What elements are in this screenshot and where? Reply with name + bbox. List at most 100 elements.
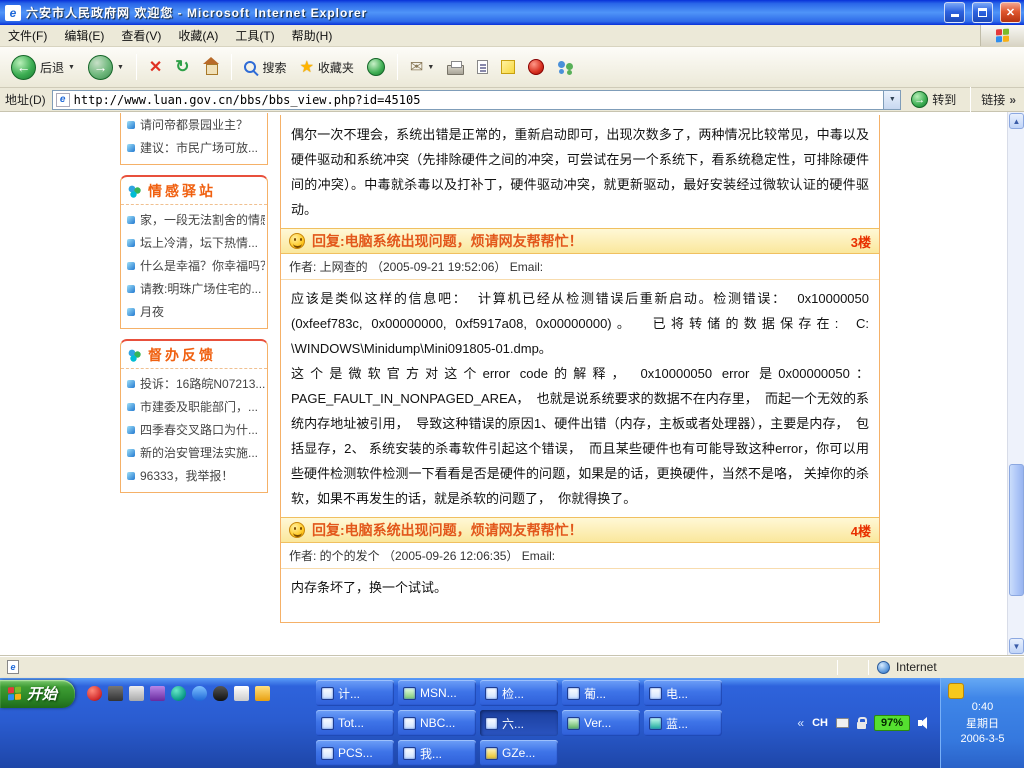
hide-icons-chevron[interactable]: «	[797, 716, 804, 730]
back-dropdown-icon[interactable]: ▼	[68, 64, 75, 71]
sidebar-link[interactable]: 建议：市民广场可放...	[121, 136, 267, 159]
sidebar-link[interactable]: 投诉：16路皖N07213...	[121, 372, 267, 395]
task-button[interactable]: 检...	[480, 680, 558, 706]
history-globe-icon	[367, 58, 385, 76]
mail-button[interactable]: ✉ ▼	[405, 55, 439, 79]
print-button[interactable]	[442, 58, 469, 77]
reply-body: 内存条坏了，换一个试试。	[281, 569, 879, 622]
battery-indicator[interactable]: 97%	[874, 715, 910, 731]
quick-launch-icon-3[interactable]	[129, 686, 144, 701]
status-message-area: e	[3, 659, 835, 676]
red-app-tool-button[interactable]	[523, 57, 549, 77]
stop-button[interactable]: ✕	[144, 55, 167, 79]
quick-launch-icon-6[interactable]	[192, 686, 207, 701]
window-icon	[485, 717, 498, 730]
task-button[interactable]: MSN...	[398, 680, 476, 706]
lock-icon[interactable]	[857, 722, 866, 729]
menu-help[interactable]: 帮助(H)	[292, 27, 333, 44]
edit-button[interactable]	[472, 58, 493, 76]
scrollbar-thumb[interactable]	[1009, 464, 1024, 596]
back-button[interactable]: ← 后退 ▼	[6, 53, 80, 82]
menu-favorites[interactable]: 收藏(A)	[178, 27, 218, 44]
sidebar-link[interactable]: 新的治安管理法实施...	[121, 441, 267, 464]
sidebar-link[interactable]: 市建委及职能部门，...	[121, 395, 267, 418]
volume-icon[interactable]	[918, 717, 930, 729]
go-button[interactable]: → 转到	[907, 90, 960, 109]
language-indicator[interactable]: CH	[812, 717, 828, 729]
task-button[interactable]: GZe...	[480, 740, 558, 766]
messenger-button[interactable]	[552, 58, 579, 77]
menu-tools[interactable]: 工具(T)	[235, 27, 274, 44]
refresh-button[interactable]: ↻	[170, 55, 194, 79]
menu-file[interactable]: 文件(F)	[8, 27, 47, 44]
keyboard-icon[interactable]	[836, 718, 849, 728]
favorites-button[interactable]: ★ 收藏夹	[295, 55, 359, 79]
bullet-icon	[127, 121, 135, 129]
window-icon	[321, 717, 334, 730]
sidebar-link[interactable]: 请问帝都景园业主？	[121, 113, 267, 136]
taskbar: 开始 计... MSN... 检... 葡... 电	[0, 678, 1024, 768]
forward-dropdown-icon[interactable]: ▼	[117, 64, 124, 71]
task-button[interactable]: 蓝...	[644, 710, 722, 736]
quick-launch-icon-2[interactable]	[108, 686, 123, 701]
sidebar-link[interactable]: 什么是幸福？你幸福吗？	[121, 254, 267, 277]
task-button[interactable]: Ver...	[562, 710, 640, 736]
history-button[interactable]	[362, 56, 390, 78]
vertical-scrollbar[interactable]: ▲ ▼	[1007, 112, 1024, 655]
clock[interactable]: 0:40 星期日 2006-3-5	[940, 678, 1024, 768]
mail-dropdown-icon[interactable]: ▼	[427, 64, 434, 71]
sidebar-link[interactable]: 家，一段无法割舍的情感	[121, 208, 267, 231]
forum-thread: 偶尔一次不理会，系统出错是正常的，重新启动即可，出现次数多了，两种情况比较常见，…	[280, 115, 880, 623]
minimize-button[interactable]	[944, 2, 965, 23]
start-button[interactable]: 开始	[0, 680, 75, 708]
address-dropdown-button[interactable]: ▼	[883, 91, 900, 109]
title-bar[interactable]: e 六安市人民政府网 欢迎您 - Microsoft Internet Expl…	[0, 0, 1024, 25]
address-input[interactable]: e http://www.luan.gov.cn/bbs/bbs_view.ph…	[52, 90, 902, 110]
star-icon: ★	[300, 57, 314, 77]
task-button[interactable]: Tot...	[316, 710, 394, 736]
task-button[interactable]: 电...	[644, 680, 722, 706]
windows-flag-icon	[8, 687, 21, 701]
search-button[interactable]: 搜索	[239, 57, 292, 78]
links-label: 链接	[981, 91, 1005, 108]
page-icon: e	[56, 93, 70, 107]
quick-launch-icon-9[interactable]	[255, 686, 270, 701]
sidebar-link[interactable]: 请教:明珠广场住宅的...	[121, 277, 267, 300]
menu-edit[interactable]: 编辑(E)	[64, 27, 104, 44]
links-menu[interactable]: 链接 »	[981, 91, 1019, 108]
maximize-button[interactable]	[972, 2, 993, 23]
clock-time: 0:40	[972, 701, 993, 713]
sticky-note-icon	[501, 60, 515, 74]
sidebar-link[interactable]: 四季春交叉路口为什...	[121, 418, 267, 441]
task-button[interactable]: 葡...	[562, 680, 640, 706]
edit-page-icon	[477, 60, 488, 74]
quick-launch-icon-8[interactable]	[234, 686, 249, 701]
quick-launch-bar	[75, 686, 270, 701]
quick-launch-icon-4[interactable]	[150, 686, 165, 701]
menu-view[interactable]: 查看(V)	[121, 27, 161, 44]
quick-launch-icon-5[interactable]	[171, 686, 186, 701]
task-button[interactable]: NBC...	[398, 710, 476, 736]
scroll-up-button[interactable]: ▲	[1009, 113, 1024, 129]
close-button[interactable]: ✕	[1000, 2, 1021, 23]
task-button[interactable]: 计...	[316, 680, 394, 706]
system-tray: « CH 97% 0:40 星期日 2006-3-5	[787, 678, 1024, 768]
task-button[interactable]: 我...	[398, 740, 476, 766]
floor-badge: 4楼	[851, 521, 871, 540]
forward-button[interactable]: → ▼	[83, 53, 129, 82]
notes-tool-button[interactable]	[496, 58, 520, 76]
scroll-down-button[interactable]: ▼	[1009, 638, 1024, 654]
reply-body: 应该是类似这样的信息吧： 计算机已经从检测错误后重新启动。检测错误： 0x100…	[281, 280, 879, 517]
quick-launch-icon-7[interactable]	[213, 686, 228, 701]
quick-launch-icon-1[interactable]	[87, 686, 102, 701]
task-button-active[interactable]: 六...	[480, 710, 558, 736]
notification-icon[interactable]	[948, 683, 964, 699]
reply-header: 回复:电脑系统出现问题，烦请网友帮帮忙！ 4楼	[281, 517, 879, 543]
task-button[interactable]: PCS...	[316, 740, 394, 766]
home-button[interactable]	[198, 57, 224, 78]
sidebar-link[interactable]: 月夜	[121, 300, 267, 323]
bullet-icon	[127, 472, 135, 480]
sidebar-link[interactable]: 96333，我举报！	[121, 464, 267, 487]
sidebar-link[interactable]: 坛上冷清，坛下热情...	[121, 231, 267, 254]
go-arrow-icon: →	[911, 91, 928, 108]
